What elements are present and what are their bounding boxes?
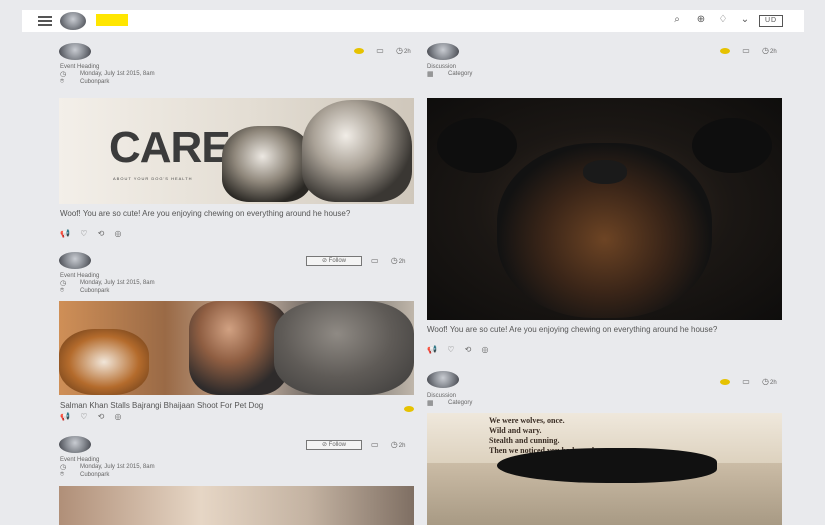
category-icon: ▦ (427, 71, 434, 78)
add-icon[interactable]: ⊕ (694, 13, 708, 27)
status-dot-icon (720, 378, 730, 385)
chevron-down-icon[interactable]: ⌄ (738, 13, 752, 27)
post-header-icons: ▭ ◷2h (344, 46, 411, 55)
logo-mark[interactable] (96, 14, 128, 26)
heart-icon[interactable]: ♡ (447, 345, 454, 354)
event-datetime: Monday, July 1st 2015, 8am (80, 464, 155, 470)
status-dot-icon (720, 47, 730, 54)
post-avatar[interactable] (427, 43, 459, 60)
post-actions: 📢 ♡ ⟲ ◎ (427, 345, 497, 354)
heart-icon[interactable]: ♡ (80, 412, 87, 421)
message-icon[interactable]: ▭ (371, 440, 379, 449)
user-badge[interactable]: UD (759, 15, 783, 27)
repeat-icon[interactable]: ⟲ (98, 229, 105, 238)
post-avatar[interactable] (427, 371, 459, 388)
dog-illustration (497, 448, 717, 483)
dog-illustration (222, 126, 312, 202)
post-image[interactable] (59, 301, 414, 395)
dog-illustration (274, 301, 414, 395)
post-header-icons: ▭ ◷2h (710, 46, 777, 55)
repeat-icon[interactable]: ⟲ (465, 345, 472, 354)
event-location: Cubonpark (80, 79, 110, 85)
calendar-icon: ◷ (60, 464, 67, 471)
follow-button[interactable]: ⊘ Follow (306, 440, 362, 450)
chat-icon[interactable]: ▭ (742, 46, 750, 55)
event-location: Cubonpark (80, 288, 110, 294)
dog-illustration (59, 329, 149, 395)
clock-icon: ◷ (390, 440, 398, 449)
post-caption: Salman Khan Stalls Bajrangi Bhaijaan Sho… (60, 401, 264, 410)
status-dot-icon (404, 406, 414, 412)
post-actions: 📢 ♡ ⟲ ◎ (60, 229, 130, 238)
event-location: Cubonpark (80, 472, 110, 478)
calendar-icon: ◷ (60, 280, 67, 287)
megaphone-icon[interactable]: 📢 (60, 229, 70, 238)
location-icon: ⌾ (60, 471, 65, 478)
comment-icon[interactable]: ◎ (482, 345, 489, 354)
clock-icon: ◷ (390, 256, 398, 265)
clock-icon: ◷ (396, 46, 404, 55)
location-icon: ⌾ (60, 78, 65, 85)
chat-icon[interactable]: ▭ (742, 377, 750, 386)
bell-icon[interactable]: ♢ (716, 13, 730, 27)
megaphone-icon[interactable]: 📢 (427, 345, 437, 354)
post-caption: Woof! You are so cute! Are you enjoying … (427, 325, 718, 334)
follow-icon: ⊘ (321, 258, 327, 264)
top-bar: ⌕ ⊕ ♢ ⌄ UD (22, 10, 804, 32)
post-header-icons: ▭ ◷2h (371, 440, 406, 449)
care-subtitle: ABOUT YOUR DOG'S HEALTH (113, 176, 193, 181)
comment-icon[interactable]: ◎ (115, 229, 122, 238)
discussion-category: Category (448, 400, 473, 406)
avatar[interactable] (60, 12, 86, 30)
heart-icon[interactable]: ♡ (80, 229, 87, 238)
message-icon[interactable]: ▭ (371, 256, 379, 265)
post-header-icons: ▭ ◷2h (710, 377, 777, 386)
megaphone-icon[interactable]: 📢 (60, 412, 70, 421)
dog-ear (692, 118, 772, 173)
category-icon: ▦ (427, 400, 434, 407)
dog-ear (437, 118, 517, 173)
follow-button[interactable]: ⊘ Follow (306, 256, 362, 266)
post-image[interactable] (59, 486, 414, 525)
search-icon[interactable]: ⌕ (670, 13, 684, 27)
post-image[interactable]: CARE ABOUT YOUR DOG'S HEALTH (59, 98, 414, 204)
follow-icon: ⊘ (321, 442, 327, 448)
discussion-category: Category (448, 71, 473, 77)
clock-icon: ◷ (762, 46, 770, 55)
menu-icon[interactable] (38, 16, 52, 26)
repeat-icon[interactable]: ⟲ (98, 412, 105, 421)
post-image[interactable]: We were wolves, once. Wild and wary. Ste… (427, 413, 782, 525)
post-actions: 📢 ♡ ⟲ ◎ (60, 412, 130, 421)
location-icon: ⌾ (60, 287, 65, 294)
dog-illustration (302, 100, 412, 202)
care-title: CARE (109, 123, 231, 172)
status-dot-icon (354, 47, 364, 54)
dog-nose (583, 160, 627, 184)
message-icon[interactable]: ▭ (376, 46, 384, 55)
clock-icon: ◷ (762, 377, 770, 386)
post-header-icons: ▭ ◷2h (371, 256, 406, 265)
post-avatar[interactable] (59, 436, 91, 453)
post-avatar[interactable] (59, 43, 91, 60)
calendar-icon: ◷ (60, 71, 67, 78)
event-datetime: Monday, July 1st 2015, 8am (80, 71, 155, 77)
post-image[interactable] (427, 98, 782, 320)
post-caption: Woof! You are so cute! Are you enjoying … (60, 209, 351, 218)
post-avatar[interactable] (59, 252, 91, 269)
event-datetime: Monday, July 1st 2015, 8am (80, 280, 155, 286)
comment-icon[interactable]: ◎ (115, 412, 122, 421)
